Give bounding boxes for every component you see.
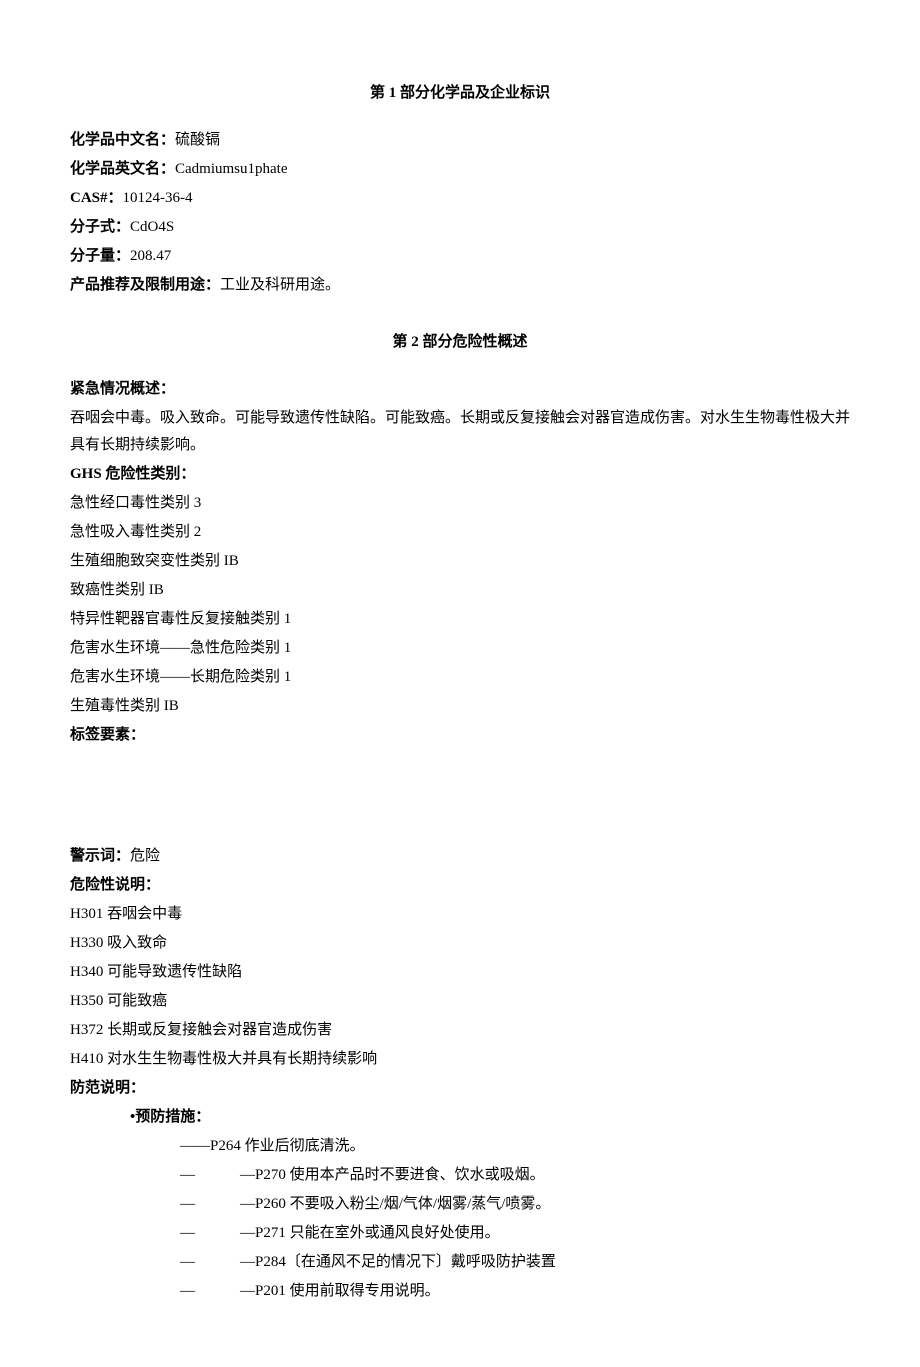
prevention-item: — —P284〔在通风不足的情况下〕戴呼吸防护装置 [70,1249,850,1276]
precaution-label: 防范说明： [70,1075,850,1102]
dash-icon: — [180,1191,240,1218]
hazard-statement: H410 对水生生物毒性极大并具有长期持续影响 [70,1046,850,1073]
section2-title: 第 2 部分危险性概述 [70,329,850,356]
signal-label: 警示词： [70,848,130,864]
field-cas: CAS#：10124-36-4 [70,185,850,212]
field-formula: 分子式：CdO4S [70,214,850,241]
field-name-cn: 化学品中文名：硫酸镉 [70,127,850,154]
ghs-label: GHS 危险性类别： [70,461,850,488]
label-name-en: 化学品英文名： [70,161,175,177]
prevention-item: ——P264 作业后彻底清洗。 [70,1133,850,1160]
label-formula: 分子式： [70,219,130,235]
value-mw: 208.47 [130,248,171,264]
prevention-text: —P260 不要吸入粉尘/烟/气体/烟雾/蒸气/喷雾。 [240,1191,550,1218]
ghs-cat: 急性吸入毒性类别 2 [70,519,850,546]
value-cas: 10124-36-4 [123,190,193,206]
section1-title: 第 1 部分化学品及企业标识 [70,80,850,107]
value-use: 工业及科研用途。 [220,277,340,293]
ghs-cat: 生殖细胞致突变性类别 IB [70,548,850,575]
hazard-statement: H340 可能导致遗传性缺陷 [70,959,850,986]
hazard-statement: H330 吸入致命 [70,930,850,957]
emergency-label: 紧急情况概述： [70,376,850,403]
prevention-item: — —P270 使用本产品时不要进食、饮水或吸烟。 [70,1162,850,1189]
ghs-cat: 危害水生环境——长期危险类别 1 [70,664,850,691]
value-name-en: Cadmiumsu1phate [175,161,288,177]
label-elements-label: 标签要素： [70,722,850,749]
prevention-text: —P271 只能在室外或通风良好处使用。 [240,1220,500,1247]
field-use: 产品推荐及限制用途：工业及科研用途。 [70,272,850,299]
ghs-cat: 急性经口毒性类别 3 [70,490,850,517]
ghs-cat: 致癌性类别 IB [70,577,850,604]
dash-icon: — [180,1220,240,1247]
label-mw: 分子量： [70,248,130,264]
label-cas: CAS#： [70,190,123,206]
prevention-text: —P284〔在通风不足的情况下〕戴呼吸防护装置 [240,1249,556,1276]
prevention-label: •预防措施： [70,1104,850,1131]
hazard-statement: H301 吞咽会中毒 [70,901,850,928]
pictogram-placeholder [70,751,850,841]
prevention-item: — —P260 不要吸入粉尘/烟/气体/烟雾/蒸气/喷雾。 [70,1191,850,1218]
dash-icon: — [180,1249,240,1276]
value-formula: CdO4S [130,219,174,235]
field-mw: 分子量：208.47 [70,243,850,270]
ghs-cat: 特异性靶器官毒性反复接触类别 1 [70,606,850,633]
dash-icon: — [180,1162,240,1189]
hazard-statement: H372 长期或反复接触会对器官造成伤害 [70,1017,850,1044]
label-name-cn: 化学品中文名： [70,132,175,148]
value-name-cn: 硫酸镉 [175,132,220,148]
ghs-cat: 生殖毒性类别 IB [70,693,850,720]
prevention-item: — —P271 只能在室外或通风良好处使用。 [70,1220,850,1247]
signal-value: 危险 [130,848,160,864]
ghs-cat: 危害水生环境——急性危险类别 1 [70,635,850,662]
prevention-text: —P270 使用本产品时不要进食、饮水或吸烟。 [240,1162,545,1189]
emergency-text: 吞咽会中毒。吸入致命。可能导致遗传性缺陷。可能致癌。长期或反复接触会对器官造成伤… [70,405,850,459]
label-use: 产品推荐及限制用途： [70,277,220,293]
field-name-en: 化学品英文名：Cadmiumsu1phate [70,156,850,183]
hazard-stmt-label: 危险性说明： [70,872,850,899]
hazard-statement: H350 可能致癌 [70,988,850,1015]
signal-word: 警示词：危险 [70,843,850,870]
